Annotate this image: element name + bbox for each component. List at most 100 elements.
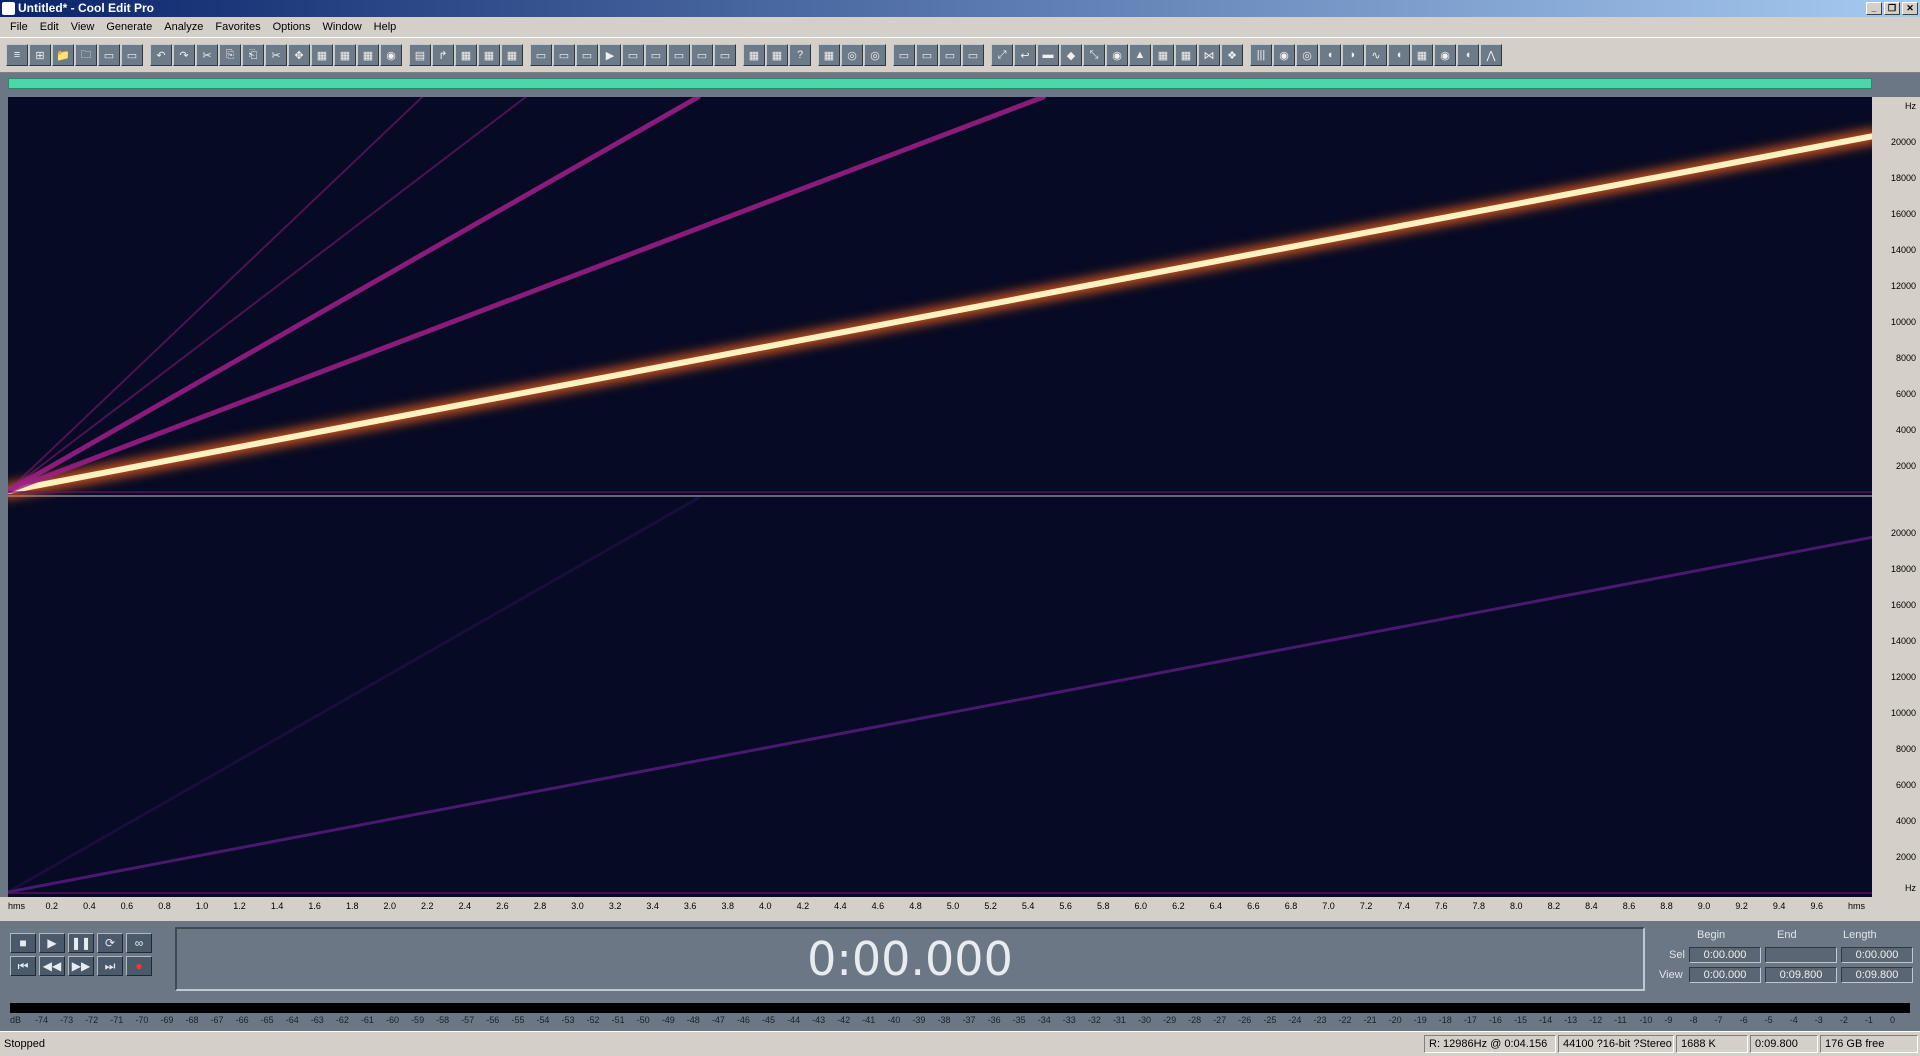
- spectral-view[interactable]: [8, 97, 1872, 897]
- pause-button[interactable]: ❚❚: [68, 933, 94, 953]
- sel-begin-field[interactable]: 0:00.000: [1689, 947, 1761, 963]
- toolbar-button-1-4[interactable]: ⎗: [242, 44, 264, 66]
- toolbar-button-6-0[interactable]: ▭: [893, 44, 915, 66]
- toolbar-button-8-7[interactable]: ▦: [1411, 44, 1433, 66]
- toolbar-button-7-10[interactable]: ❖: [1221, 44, 1243, 66]
- toolbar-button-4-0[interactable]: ▦: [743, 44, 765, 66]
- menu-options[interactable]: Options: [267, 21, 317, 33]
- toolbar-button-4-2[interactable]: ?: [789, 44, 811, 66]
- sel-end-field[interactable]: [1765, 947, 1837, 963]
- status-free: 176 GB free: [1820, 1035, 1918, 1053]
- time-tick-label: 1.0: [195, 901, 209, 911]
- toolbar-button-2-4[interactable]: ▦: [501, 44, 523, 66]
- toolbar-button-3-8[interactable]: ▭: [714, 44, 736, 66]
- record-button[interactable]: ●: [126, 956, 152, 976]
- toolbar-button-1-7[interactable]: ▦: [311, 44, 333, 66]
- spectrogram[interactable]: [8, 97, 1872, 897]
- toolbar-button-3-4[interactable]: ▭: [622, 44, 644, 66]
- minimize-button[interactable]: _: [1866, 2, 1882, 15]
- play-to-end-button[interactable]: ⟳: [97, 933, 123, 953]
- toolbar-button-5-1[interactable]: ◎: [841, 44, 863, 66]
- toolbar-button-3-3[interactable]: ▶: [599, 44, 621, 66]
- toolbar-button-7-7[interactable]: ▦: [1152, 44, 1174, 66]
- toolbar-button-7-8[interactable]: ▦: [1175, 44, 1197, 66]
- toolbar-button-5-2[interactable]: ◎: [864, 44, 886, 66]
- time-ruler[interactable]: hms 0.2 0.4 0.6 0.8 1.0 1.2 1.4 1.6 1.8 2.0 2.2 2.4 2…: [0, 897, 1920, 919]
- toolbar-button-8-8[interactable]: ◉: [1434, 44, 1456, 66]
- sel-length-field[interactable]: 0:00.000: [1841, 947, 1913, 963]
- toolbar-button-2-2[interactable]: ▦: [455, 44, 477, 66]
- toolbar-button-0-3[interactable]: 🗀: [75, 44, 97, 66]
- toolbar-button-5-0[interactable]: ▦: [818, 44, 840, 66]
- go-to-end-button[interactable]: ⏭: [97, 956, 123, 976]
- toolbar-button-6-1[interactable]: ▭: [916, 44, 938, 66]
- toolbar-button-3-0[interactable]: ▭: [530, 44, 552, 66]
- toolbar-button-7-2[interactable]: ▬: [1037, 44, 1059, 66]
- toolbar-button-0-1[interactable]: ⊞: [29, 44, 51, 66]
- toolbar-button-2-1[interactable]: ↱: [432, 44, 454, 66]
- toolbar-button-8-6[interactable]: ◖: [1388, 44, 1410, 66]
- toolbar-button-1-2[interactable]: ✂: [196, 44, 218, 66]
- toolbar-button-1-8[interactable]: ▦: [334, 44, 356, 66]
- toolbar-button-8-2[interactable]: ◎: [1296, 44, 1318, 66]
- toolbar-button-7-5[interactable]: ◉: [1106, 44, 1128, 66]
- menu-file[interactable]: File: [4, 21, 34, 33]
- toolbar-button-0-5[interactable]: ▭: [121, 44, 143, 66]
- toolbar-button-0-4[interactable]: ▭: [98, 44, 120, 66]
- toolbar-button-1-6[interactable]: ✥: [288, 44, 310, 66]
- toolbar-button-3-6[interactable]: ▭: [668, 44, 690, 66]
- toolbar-button-3-5[interactable]: ▭: [645, 44, 667, 66]
- toolbar-button-3-1[interactable]: ▭: [553, 44, 575, 66]
- loop-button[interactable]: ∞: [126, 933, 152, 953]
- toolbar-button-1-0[interactable]: ↶: [150, 44, 172, 66]
- view-end-field[interactable]: 0:09.800: [1765, 967, 1837, 983]
- menu-window[interactable]: Window: [317, 21, 368, 33]
- menu-analyze[interactable]: Analyze: [158, 21, 209, 33]
- toolbar-button-0-0[interactable]: ≡: [6, 44, 28, 66]
- toolbar-button-0-2[interactable]: 📁: [52, 44, 74, 66]
- go-to-start-button[interactable]: ⏮: [10, 956, 36, 976]
- view-begin-field[interactable]: 0:00.000: [1689, 967, 1761, 983]
- toolbar-button-1-3[interactable]: ⎘: [219, 44, 241, 66]
- menu-favorites[interactable]: Favorites: [209, 21, 266, 33]
- toolbar-button-2-0[interactable]: ▤: [409, 44, 431, 66]
- toolbar-button-8-1[interactable]: ◉: [1273, 44, 1295, 66]
- fast-forward-button[interactable]: ▶▶: [68, 956, 94, 976]
- toolbar-button-2-3[interactable]: ▦: [478, 44, 500, 66]
- toolbar-button-6-2[interactable]: ▭: [939, 44, 961, 66]
- toolbar-button-7-9[interactable]: ⋈: [1198, 44, 1220, 66]
- toolbar-button-8-5[interactable]: ∿: [1365, 44, 1387, 66]
- toolbar-button-1-9[interactable]: ▦: [357, 44, 379, 66]
- toolbar-button-8-10[interactable]: ⋀: [1480, 44, 1502, 66]
- toolbar-button-1-5[interactable]: ✂: [265, 44, 287, 66]
- menu-edit[interactable]: Edit: [34, 21, 65, 33]
- toolbar-button-1-10[interactable]: ◉: [380, 44, 402, 66]
- menu-view[interactable]: View: [65, 21, 101, 33]
- menu-generate[interactable]: Generate: [100, 21, 158, 33]
- view-length-field[interactable]: 0:09.800: [1841, 967, 1913, 983]
- toolbar-button-8-4[interactable]: ◗: [1342, 44, 1364, 66]
- toolbar-button-7-3[interactable]: ◆: [1060, 44, 1082, 66]
- overview-range-bar[interactable]: [8, 78, 1872, 89]
- toolbar-button-6-3[interactable]: ▭: [962, 44, 984, 66]
- toolbar-button-8-3[interactable]: ◖: [1319, 44, 1341, 66]
- toolbar-button-7-4[interactable]: ⤡: [1083, 44, 1105, 66]
- restore-button[interactable]: ❐: [1884, 2, 1900, 15]
- menu-help[interactable]: Help: [368, 21, 403, 33]
- toolbar-button-7-6[interactable]: ▲: [1129, 44, 1151, 66]
- stop-button[interactable]: ■: [10, 933, 36, 953]
- rewind-button[interactable]: ◀◀: [39, 956, 65, 976]
- toolbar-button-1-1[interactable]: ↷: [173, 44, 195, 66]
- time-tick-label: 6.4: [1209, 901, 1223, 911]
- toolbar-button-3-7[interactable]: ▭: [691, 44, 713, 66]
- close-button[interactable]: ✕: [1902, 2, 1918, 15]
- time-tick-label: 4.0: [759, 901, 772, 911]
- toolbar-button-8-9[interactable]: ◖: [1457, 44, 1479, 66]
- toolbar-button-7-0[interactable]: ⤢: [991, 44, 1013, 66]
- toolbar-button-7-1[interactable]: ↩: [1014, 44, 1036, 66]
- play-button[interactable]: ▶: [39, 933, 65, 953]
- toolbar-button-4-1[interactable]: ▦: [766, 44, 788, 66]
- status-bar: Stopped R: 12986Hz @ 0:04.156 44100 ?16-…: [0, 1031, 1920, 1056]
- toolbar-button-8-0[interactable]: |||: [1250, 44, 1272, 66]
- toolbar-button-3-2[interactable]: ▭: [576, 44, 598, 66]
